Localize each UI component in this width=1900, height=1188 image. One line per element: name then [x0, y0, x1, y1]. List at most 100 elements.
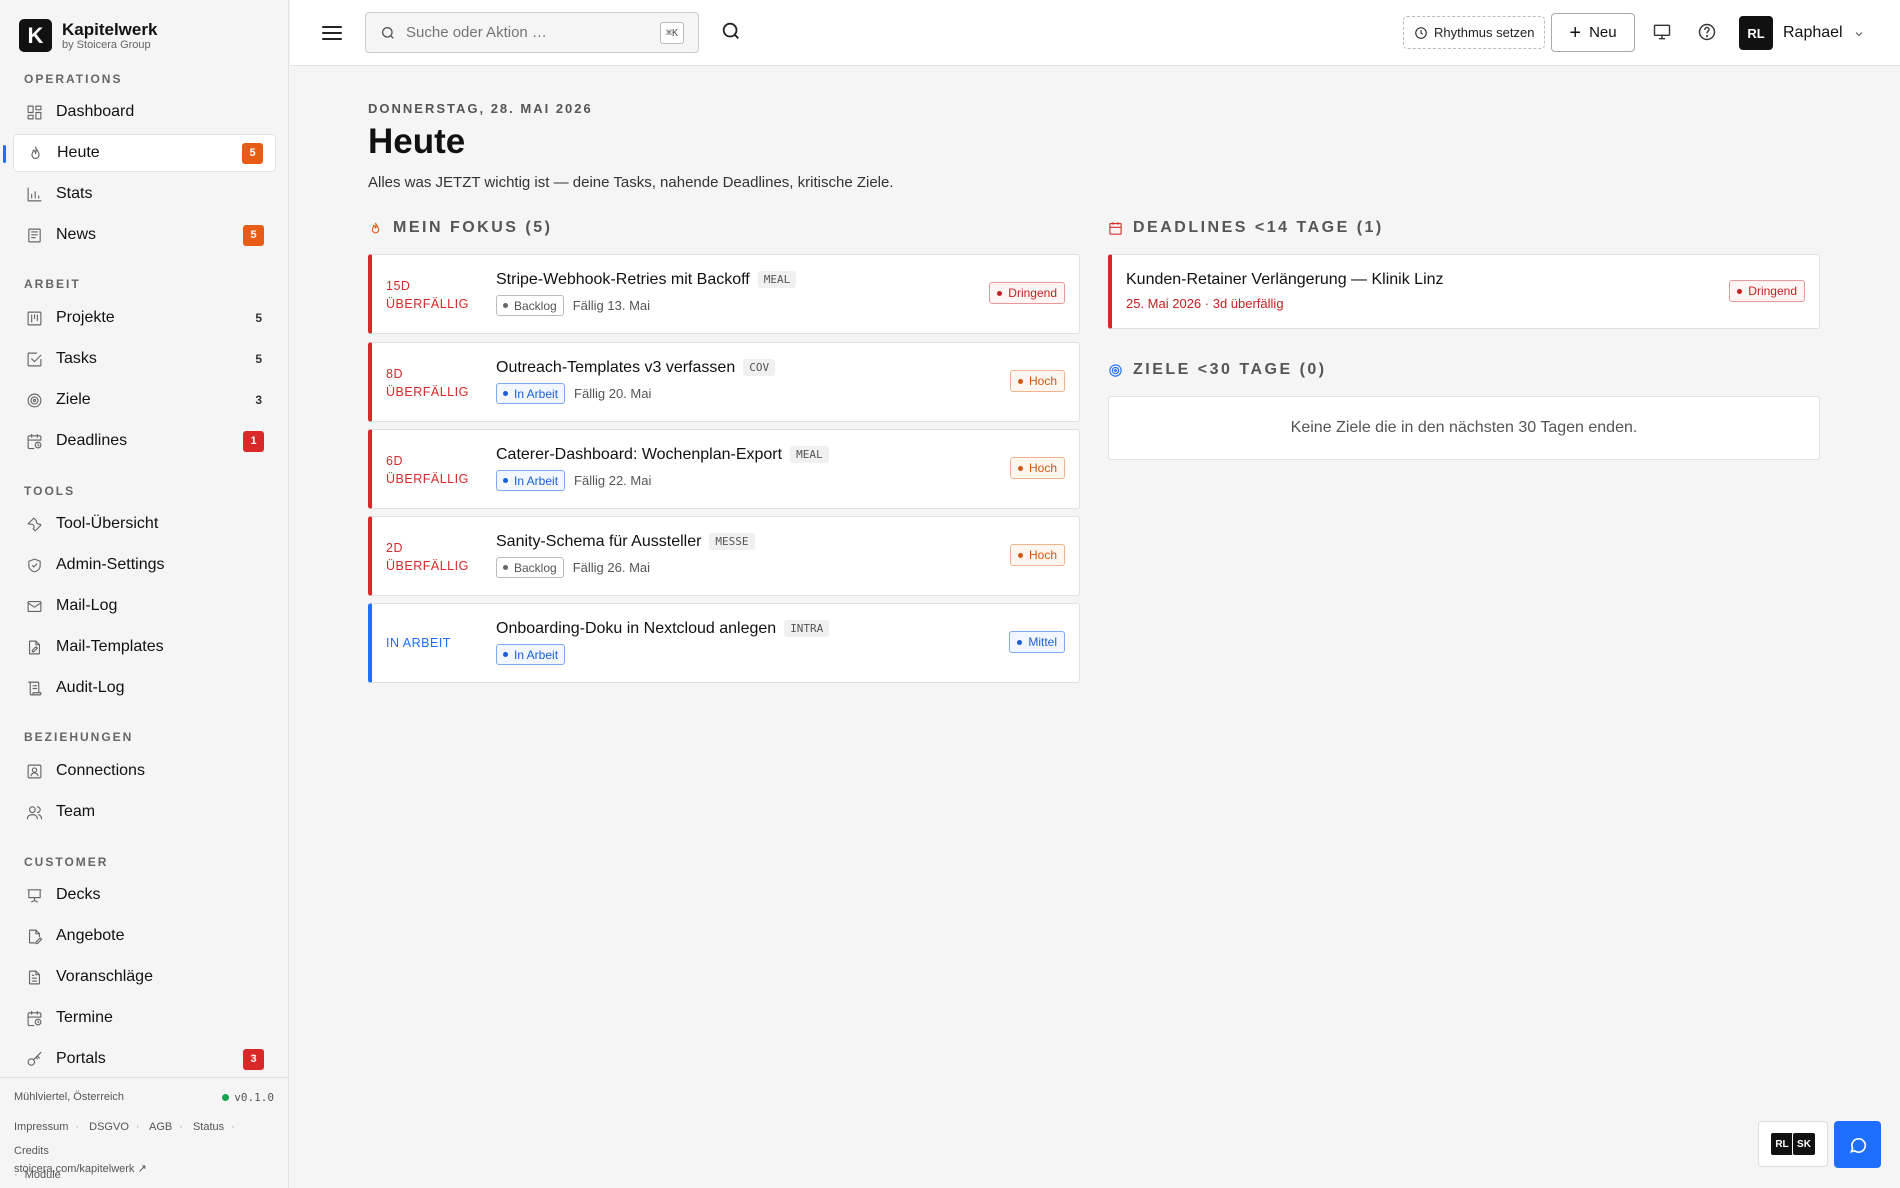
task-card[interactable]: 15D ÜBERFÄLLIG Stripe-Webhook-Retries mit… [368, 254, 1080, 334]
section-title-beziehungen: BEZIEHUNGEN [24, 730, 134, 744]
priority-badge: Hoch [1009, 457, 1065, 479]
badge-news: 5 [243, 224, 264, 246]
sidebar-item-team[interactable]: Team [13, 793, 276, 831]
calendar-clock-icon [25, 432, 43, 450]
sidebar-item-mail-templates[interactable]: Mail-Templates [13, 628, 276, 666]
scroll-icon [25, 679, 43, 697]
file-edit-icon [25, 638, 43, 656]
avatar: RL [1770, 1132, 1794, 1156]
task-overdue: 8D ÜBERFÄLLIG [386, 367, 469, 399]
sidebar-item-tool-uebersicht[interactable]: Tool-Übersicht [13, 505, 276, 543]
task-meta: Backlog Fällig 13. Mai [496, 295, 650, 316]
chevron-down-icon [1853, 27, 1865, 39]
footer-link-status[interactable]: Status [193, 1121, 224, 1133]
footer-link-impressum[interactable]: Impressum [14, 1121, 68, 1133]
footer-links: Impressum · DSGVO · AGB · Status · Credits ·… [14, 1121, 235, 1181]
sidebar-item-voranschlaege[interactable]: Voranschläge [13, 958, 276, 996]
brand[interactable]: K Kapitelwerk by Stoicera Group [19, 19, 157, 52]
sidebar-item-dashboard[interactable]: Dashboard [13, 93, 276, 131]
sidebar-item-label: Termine [56, 1009, 113, 1026]
priority-badge: Hoch [1009, 370, 1065, 392]
file-text-icon [25, 968, 43, 986]
task-title: Onboarding-Doku in Nextcloud anlegen INTR… [496, 620, 830, 638]
brand-sub: by Stoicera Group [62, 38, 151, 51]
task-status: IN ARBEIT [386, 636, 451, 650]
project-tag: MEAL [790, 446, 829, 464]
calendar-icon [1109, 221, 1122, 235]
sidebar-item-deadlines[interactable]: Deadlines 1 [13, 422, 276, 460]
search-input[interactable] [406, 24, 636, 41]
sidebar-item-admin-settings[interactable]: Admin-Settings [13, 546, 276, 584]
avatar: RL [1739, 16, 1773, 50]
flame-icon [371, 222, 380, 233]
project-tag: MEAL [757, 271, 797, 289]
count-ziele: 3 [255, 393, 262, 407]
search-icon[interactable] [720, 20, 744, 44]
sidebar-item-mail-log[interactable]: Mail-Log [13, 587, 276, 625]
footer-link-credits[interactable]: Credits [14, 1145, 49, 1157]
deadline-card[interactable]: Kunden-Retainer Verlängerung — Klinik Li… [1108, 254, 1820, 329]
footer-link-dsgvo[interactable]: DSGVO [89, 1121, 129, 1133]
task-title: Outreach-Templates v3 verfassen COV [496, 359, 776, 377]
shortcut-hint: ⌘K [659, 22, 684, 44]
badge-deadlines: 1 [243, 430, 264, 452]
sidebar-item-stats[interactable]: Stats [13, 175, 276, 213]
sidebar-item-label: Decks [56, 886, 101, 903]
priority-badge: Mittel [1009, 631, 1065, 653]
help-icon[interactable] [1697, 22, 1717, 42]
main-content: DONNERSTAG, 28. MAI 2026 Heute Alles was… [290, 66, 1900, 1188]
sidebar-item-label: Portals [56, 1050, 106, 1067]
footer-url[interactable]: stoicera.com/kapitelwerk ↗ [14, 1162, 147, 1175]
section-title-operations: OPERATIONS [24, 72, 123, 86]
bar-chart-icon [25, 185, 43, 203]
search-box[interactable]: ⌘K [365, 12, 699, 53]
task-meta: In Arbeit [496, 644, 574, 665]
page-subtitle: Alles was JETZT wichtig ist — deine Task… [368, 174, 894, 191]
sidebar-footer: Mühlviertel, Österreich v0.1.0 Impressum… [0, 1077, 289, 1188]
sidebar-item-news[interactable]: News 5 [13, 216, 276, 254]
monitor-icon[interactable] [1652, 22, 1672, 42]
sidebar-item-angebote[interactable]: Angebote [13, 917, 276, 955]
task-card[interactable]: 2D ÜBERFÄLLIG Sanity-Schema für Ausstelle… [368, 516, 1080, 596]
sidebar: K Kapitelwerk by Stoicera Group OPERATIO… [0, 0, 289, 1188]
sidebar-item-label: Tasks [56, 350, 97, 367]
sidebar-item-ziele[interactable]: Ziele 3 [13, 381, 276, 419]
users-icon [25, 803, 43, 821]
sidebar-item-tasks[interactable]: Tasks 5 [13, 340, 276, 378]
task-card[interactable]: IN ARBEIT Onboarding-Doku in Nextcloud a… [368, 603, 1080, 683]
grid-icon [25, 103, 43, 121]
sidebar-item-audit-log[interactable]: Audit-Log [13, 669, 276, 707]
focus-heading: MEIN FOKUS (5) [368, 219, 552, 237]
task-card[interactable]: 8D ÜBERFÄLLIG Outreach-Templates v3 verfa… [368, 342, 1080, 422]
sidebar-item-label: Voranschläge [56, 968, 153, 985]
footer-link-agb[interactable]: AGB [149, 1121, 172, 1133]
brand-logo: K [19, 19, 52, 52]
sidebar-item-projekte[interactable]: Projekte 5 [13, 299, 276, 337]
rhythm-button[interactable]: Rhythmus setzen [1403, 16, 1546, 49]
user-menu[interactable]: RL Raphael [1739, 16, 1865, 50]
sidebar-item-portals[interactable]: Portals 3 [13, 1040, 276, 1078]
status-pill: Backlog [496, 295, 564, 316]
task-meta: Backlog Fällig 26. Mai [496, 557, 650, 578]
task-card[interactable]: 6D ÜBERFÄLLIG Caterer-Dashboard: Wochenpl… [368, 429, 1080, 509]
sidebar-item-decks[interactable]: Decks [13, 876, 276, 914]
new-button[interactable]: + Neu [1551, 13, 1635, 52]
sidebar-item-connections[interactable]: Connections [13, 752, 276, 790]
badge-heute: 5 [242, 142, 263, 164]
priority-badge: Dringend [989, 282, 1065, 304]
status-pill: In Arbeit [496, 644, 566, 665]
sidebar-item-label: Mail-Log [56, 597, 118, 614]
menu-icon[interactable] [320, 21, 344, 45]
sidebar-item-termine[interactable]: Termine [13, 999, 276, 1037]
sidebar-item-heute[interactable]: Heute 5 [3, 134, 276, 172]
task-title: Stripe-Webhook-Retries mit Backoff MEAL [496, 271, 797, 289]
presence-avatars[interactable]: RL SK [1758, 1121, 1828, 1167]
chat-button[interactable] [1834, 1121, 1881, 1168]
priority-badge: Hoch [1009, 544, 1065, 566]
task-overdue: 6D ÜBERFÄLLIG [386, 454, 469, 486]
priority-badge: Dringend [1729, 280, 1805, 302]
task-overdue: 2D ÜBERFÄLLIG [386, 541, 469, 573]
goals-heading: ZIELE <30 TAGE (0) [1108, 361, 1327, 379]
date-line: DONNERSTAG, 28. MAI 2026 [368, 101, 593, 116]
clock-icon [1415, 26, 1427, 39]
